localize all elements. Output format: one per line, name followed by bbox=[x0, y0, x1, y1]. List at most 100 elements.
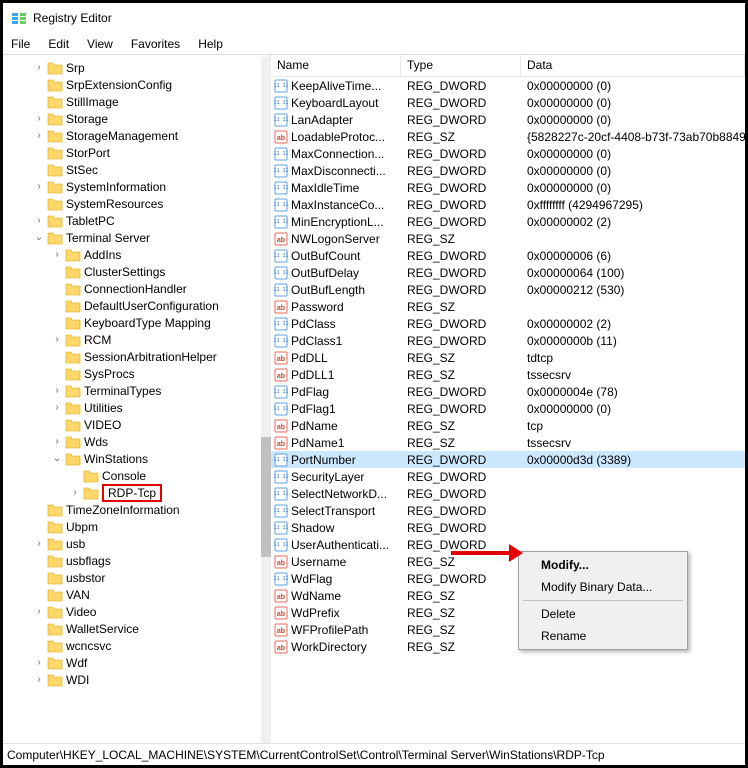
chevron-right-icon[interactable] bbox=[33, 215, 45, 226]
list-row[interactable]: 011 110SelectTransportREG_DWORD bbox=[271, 502, 745, 519]
tree-item[interactable]: KeyboardType Mapping bbox=[33, 314, 270, 331]
chevron-right-icon[interactable] bbox=[69, 487, 81, 498]
tree-item[interactable]: VAN bbox=[33, 586, 270, 603]
chevron-right-icon[interactable] bbox=[33, 113, 45, 124]
list-row[interactable]: 011 110PdFlag1REG_DWORD0x00000000 (0) bbox=[271, 400, 745, 417]
chevron-down-icon[interactable] bbox=[33, 232, 45, 243]
tree-item[interactable]: Utilities bbox=[33, 399, 270, 416]
chevron-right-icon[interactable] bbox=[33, 181, 45, 192]
tree-item[interactable]: RDP-Tcp bbox=[33, 484, 270, 501]
value-name: WdPrefix bbox=[291, 606, 340, 620]
tree-item[interactable]: SrpExtensionConfig bbox=[33, 76, 270, 93]
menu-item-modify-binary[interactable]: Modify Binary Data... bbox=[521, 576, 685, 598]
tree-pane[interactable]: SrpSrpExtensionConfigStillImageStorageSt… bbox=[3, 55, 271, 743]
tree-item[interactable]: SystemResources bbox=[33, 195, 270, 212]
list-row[interactable]: abLoadableProtoc...REG_SZ{5828227c-20cf-… bbox=[271, 128, 745, 145]
tree-item[interactable]: StorageManagement bbox=[33, 127, 270, 144]
tree-item[interactable]: AddIns bbox=[33, 246, 270, 263]
tree-item[interactable]: Ubpm bbox=[33, 518, 270, 535]
list-row[interactable]: 011 110KeyboardLayoutREG_DWORD0x00000000… bbox=[271, 94, 745, 111]
list-row[interactable]: 011 110OutBufCountREG_DWORD0x00000006 (6… bbox=[271, 247, 745, 264]
chevron-right-icon[interactable] bbox=[51, 385, 63, 396]
tree-scrollbar-thumb[interactable] bbox=[261, 437, 271, 557]
tree-item[interactable]: usb bbox=[33, 535, 270, 552]
list-row[interactable]: 011 110SelectNetworkD...REG_DWORD bbox=[271, 485, 745, 502]
tree-item[interactable]: SysProcs bbox=[33, 365, 270, 382]
tree-item[interactable]: Video bbox=[33, 603, 270, 620]
tree-item[interactable]: TabletPC bbox=[33, 212, 270, 229]
list-row[interactable]: abPdDLL1REG_SZtssecsrv bbox=[271, 366, 745, 383]
tree-item[interactable]: SessionArbitrationHelper bbox=[33, 348, 270, 365]
menu-item-rename[interactable]: Rename bbox=[521, 625, 685, 647]
list-row[interactable]: 011 110OutBufLengthREG_DWORD0x00000212 (… bbox=[271, 281, 745, 298]
chevron-right-icon[interactable] bbox=[51, 249, 63, 260]
tree-item[interactable]: WalletService bbox=[33, 620, 270, 637]
tree-item[interactable]: Terminal Server bbox=[33, 229, 270, 246]
list-row[interactable]: 011 110ShadowREG_DWORD bbox=[271, 519, 745, 536]
tree-item-label: TimeZoneInformation bbox=[66, 503, 180, 517]
chevron-right-icon[interactable] bbox=[33, 657, 45, 668]
list-row[interactable]: 011 110MinEncryptionL...REG_DWORD0x00000… bbox=[271, 213, 745, 230]
list-row[interactable]: 011 110PortNumberREG_DWORD0x00000d3d (33… bbox=[271, 451, 745, 468]
menu-item-modify[interactable]: Modify... bbox=[521, 554, 685, 576]
menu-view[interactable]: View bbox=[87, 37, 113, 51]
menu-edit[interactable]: Edit bbox=[48, 37, 69, 51]
tree-item[interactable]: Console bbox=[33, 467, 270, 484]
col-header-type[interactable]: Type bbox=[401, 55, 521, 76]
tree-item[interactable]: usbflags bbox=[33, 552, 270, 569]
tree-item[interactable]: VIDEO bbox=[33, 416, 270, 433]
chevron-right-icon[interactable] bbox=[51, 436, 63, 447]
tree-item[interactable]: wcncsvc bbox=[33, 637, 270, 654]
tree-item[interactable]: Wdf bbox=[33, 654, 270, 671]
menu-item-delete[interactable]: Delete bbox=[521, 603, 685, 625]
tree-item[interactable]: Storage bbox=[33, 110, 270, 127]
chevron-right-icon[interactable] bbox=[33, 130, 45, 141]
chevron-right-icon[interactable] bbox=[33, 606, 45, 617]
list-row[interactable]: abPasswordREG_SZ bbox=[271, 298, 745, 315]
list-row[interactable]: 011 110PdClass1REG_DWORD0x0000000b (11) bbox=[271, 332, 745, 349]
list-row[interactable]: abNWLogonServerREG_SZ bbox=[271, 230, 745, 247]
tree-item[interactable]: SystemInformation bbox=[33, 178, 270, 195]
menu-help[interactable]: Help bbox=[198, 37, 223, 51]
tree-item[interactable]: StorPort bbox=[33, 144, 270, 161]
tree-item[interactable]: StillImage bbox=[33, 93, 270, 110]
list-row[interactable]: abPdDLLREG_SZtdtcp bbox=[271, 349, 745, 366]
col-header-name[interactable]: Name bbox=[271, 55, 401, 76]
tree-item[interactable]: TimeZoneInformation bbox=[33, 501, 270, 518]
list-row[interactable]: abPdNameREG_SZtcp bbox=[271, 417, 745, 434]
list-row[interactable]: 011 110MaxDisconnecti...REG_DWORD0x00000… bbox=[271, 162, 745, 179]
list-row[interactable]: 011 110PdFlagREG_DWORD0x0000004e (78) bbox=[271, 383, 745, 400]
tree-item[interactable]: Srp bbox=[33, 59, 270, 76]
list-row[interactable]: 011 110OutBufDelayREG_DWORD0x00000064 (1… bbox=[271, 264, 745, 281]
chevron-down-icon[interactable] bbox=[51, 453, 63, 464]
chevron-right-icon[interactable] bbox=[51, 334, 63, 345]
tree-item[interactable]: RCM bbox=[33, 331, 270, 348]
chevron-right-icon[interactable] bbox=[33, 674, 45, 685]
tree-item[interactable]: ClusterSettings bbox=[33, 263, 270, 280]
menu-favorites[interactable]: Favorites bbox=[131, 37, 180, 51]
tree-item[interactable]: WDI bbox=[33, 671, 270, 688]
tree-item[interactable]: ConnectionHandler bbox=[33, 280, 270, 297]
list-row[interactable]: abPdName1REG_SZtssecsrv bbox=[271, 434, 745, 451]
menu-file[interactable]: File bbox=[11, 37, 30, 51]
chevron-right-icon[interactable] bbox=[33, 62, 45, 73]
tree-item[interactable]: StSec bbox=[33, 161, 270, 178]
list-row[interactable]: 011 110PdClassREG_DWORD0x00000002 (2) bbox=[271, 315, 745, 332]
col-header-data[interactable]: Data bbox=[521, 55, 745, 76]
tree-item[interactable]: usbstor bbox=[33, 569, 270, 586]
list-row[interactable]: 011 110LanAdapterREG_DWORD0x00000000 (0) bbox=[271, 111, 745, 128]
tree-item[interactable]: WinStations bbox=[33, 450, 270, 467]
list-row[interactable]: 011 110SecurityLayerREG_DWORD bbox=[271, 468, 745, 485]
list-row[interactable]: 011 110MaxConnection...REG_DWORD0x000000… bbox=[271, 145, 745, 162]
tree-item-label: SystemResources bbox=[66, 197, 163, 211]
list-row[interactable]: 011 110MaxInstanceCo...REG_DWORD0xffffff… bbox=[271, 196, 745, 213]
list-row[interactable]: 011 110MaxIdleTimeREG_DWORD0x00000000 (0… bbox=[271, 179, 745, 196]
list-row[interactable]: 011 110KeepAliveTime...REG_DWORD0x000000… bbox=[271, 77, 745, 94]
chevron-right-icon[interactable] bbox=[51, 402, 63, 413]
tree-item[interactable]: TerminalTypes bbox=[33, 382, 270, 399]
tree-item[interactable]: DefaultUserConfiguration bbox=[33, 297, 270, 314]
tree-scrollbar[interactable] bbox=[261, 57, 271, 747]
tree-item[interactable]: Wds bbox=[33, 433, 270, 450]
chevron-right-icon[interactable] bbox=[33, 538, 45, 549]
value-name: LanAdapter bbox=[291, 113, 353, 127]
